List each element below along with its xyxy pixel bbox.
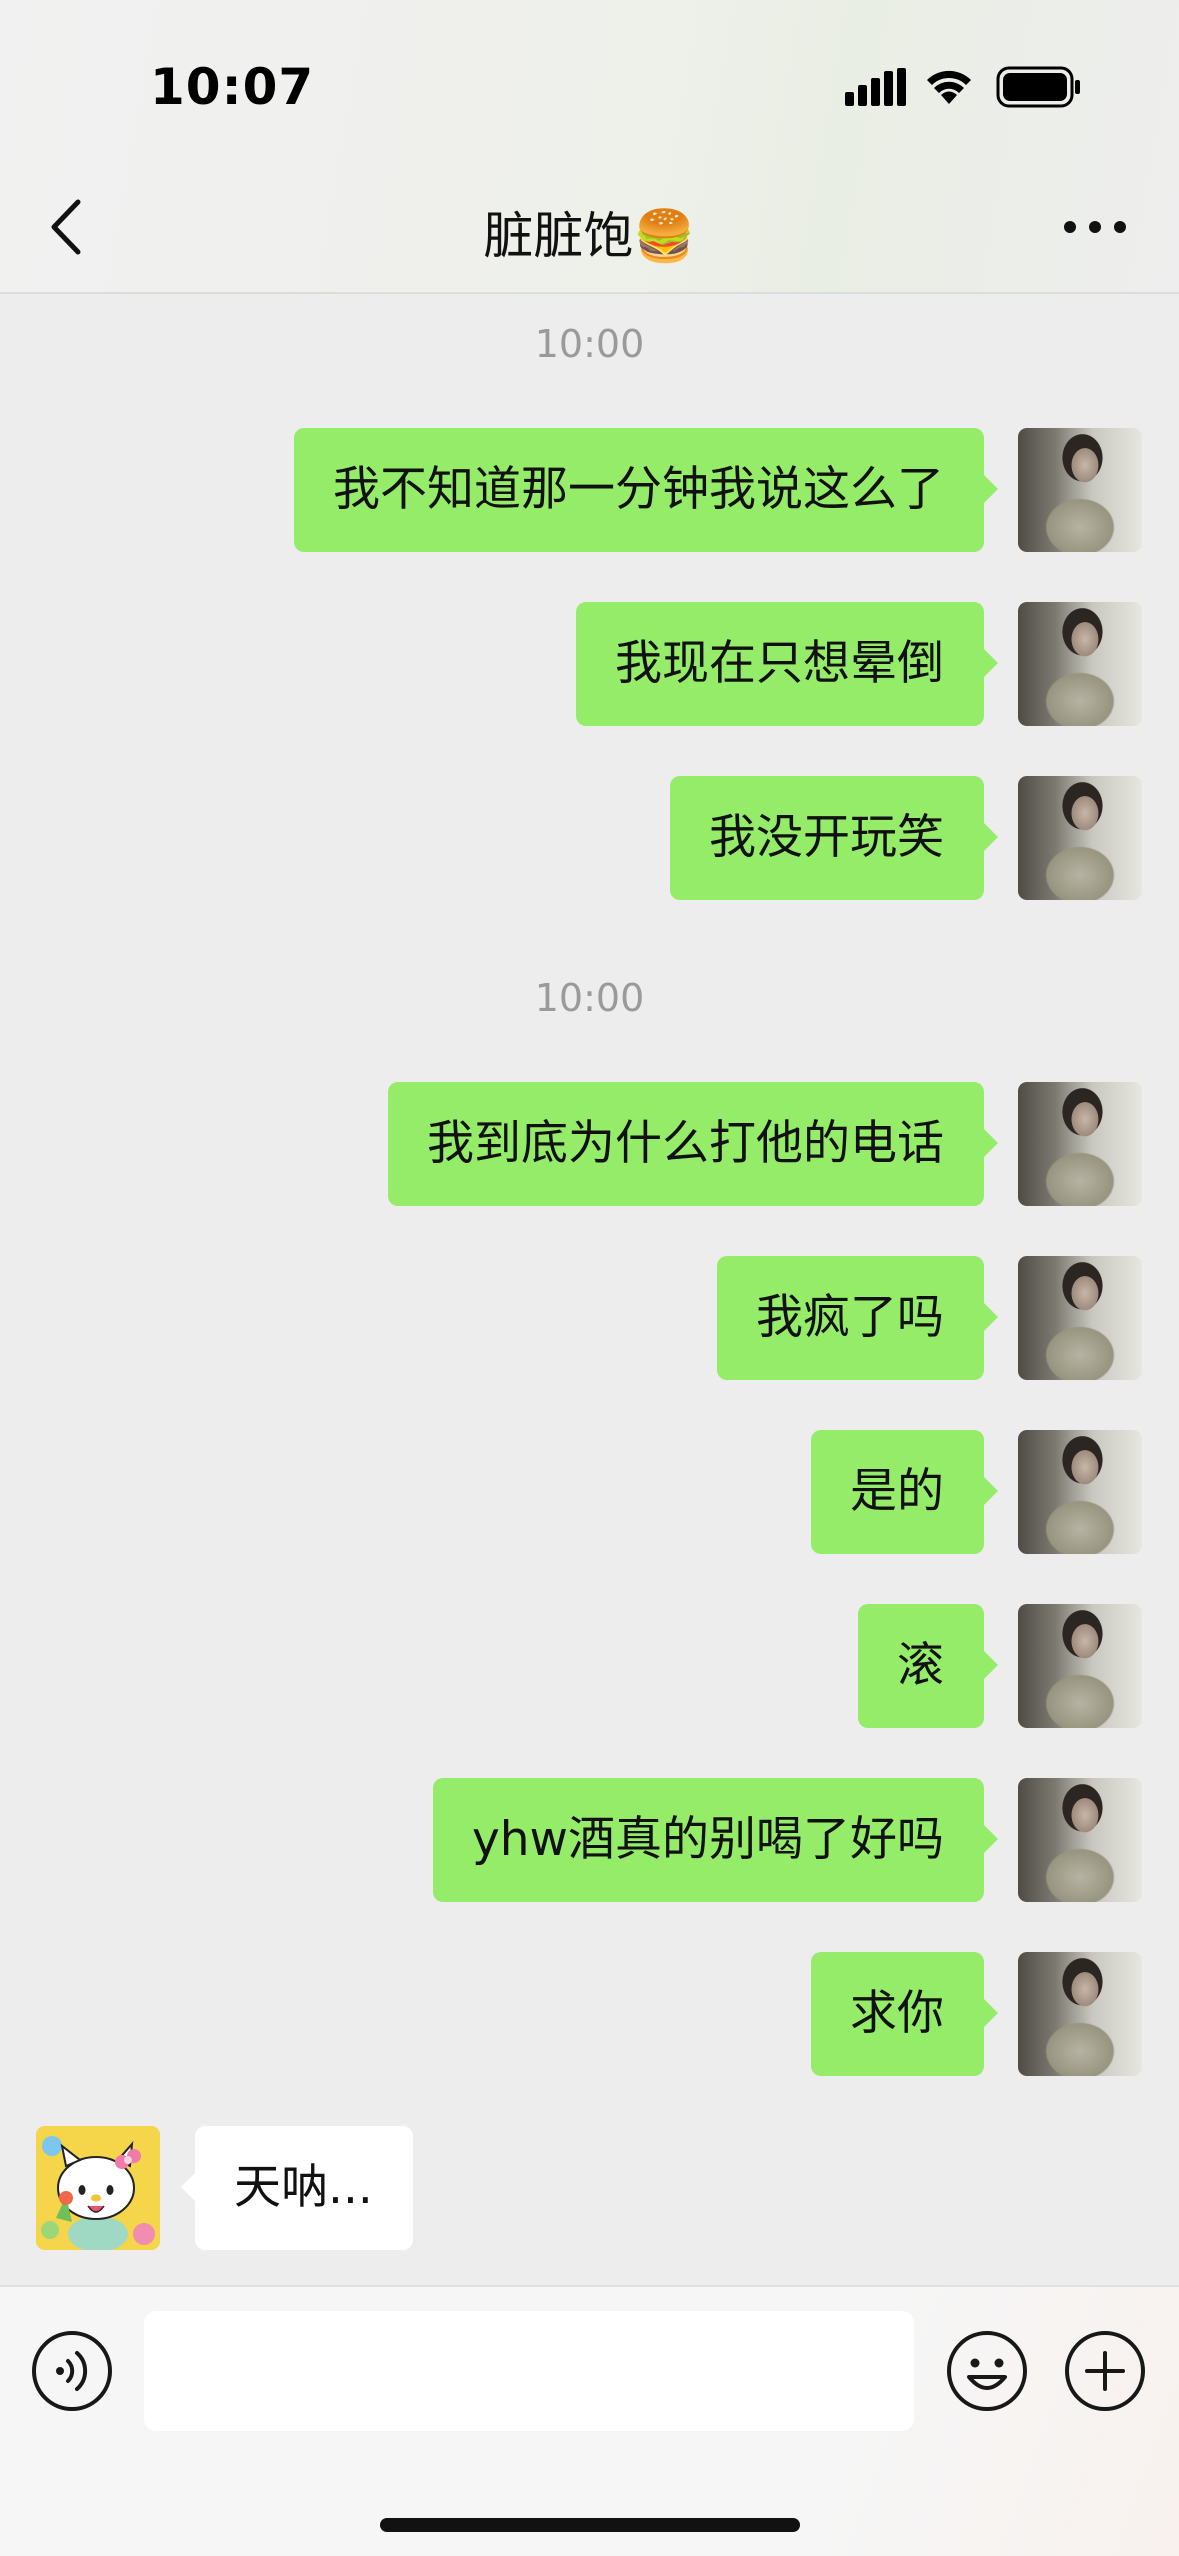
outgoing-message-bubble[interactable]: 是的 <box>811 1430 998 1554</box>
my-avatar[interactable] <box>1018 602 1142 726</box>
message-row-outgoing: 我到底为什么打他的电话 <box>0 1082 1179 1206</box>
my-avatar[interactable] <box>1018 1256 1142 1380</box>
my-avatar[interactable] <box>1018 1082 1142 1206</box>
my-avatar[interactable] <box>1018 776 1142 900</box>
battery-icon <box>996 66 1080 108</box>
chat-input-bar <box>0 2285 1179 2556</box>
status-bar: 10:07 <box>0 0 1179 170</box>
outgoing-message-bubble[interactable]: 我疯了吗 <box>717 1256 998 1380</box>
status-time: 10:07 <box>150 58 315 116</box>
outgoing-message-bubble[interactable]: 我现在只想晕倒 <box>576 602 998 726</box>
message-timestamp: 10:00 <box>534 322 645 366</box>
my-avatar[interactable] <box>1018 428 1142 552</box>
outgoing-message-bubble[interactable]: yhw酒真的别喝了好吗 <box>432 1778 999 1902</box>
nav-divider <box>0 292 1179 294</box>
chat-title: 脏脏饱🍔 <box>483 207 696 265</box>
outgoing-message-bubble[interactable]: 我没开玩笑 <box>670 776 998 900</box>
cellular-signal-icon <box>845 68 906 106</box>
message-row-outgoing: 是的 <box>0 1430 1179 1554</box>
my-avatar[interactable] <box>1018 1430 1142 1554</box>
wifi-icon <box>927 70 971 104</box>
my-avatar[interactable] <box>1018 1778 1142 1902</box>
message-row-outgoing: 我不知道那一分钟我说这么了 <box>0 428 1179 552</box>
message-row-outgoing: 滚 <box>0 1604 1179 1728</box>
message-timestamp: 10:00 <box>534 976 645 1020</box>
hello-kitty-avatar-icon <box>36 2126 160 2250</box>
plus-icon[interactable] <box>1063 2329 1147 2413</box>
voice-icon[interactable] <box>30 2329 114 2413</box>
message-row-outgoing: 我现在只想晕倒 <box>0 602 1179 726</box>
more-dots-icon[interactable] <box>1060 210 1130 244</box>
message-row-outgoing: yhw酒真的别喝了好吗 <box>0 1778 1179 1902</box>
my-avatar[interactable] <box>1018 1952 1142 2076</box>
message-row-outgoing: 我疯了吗 <box>0 1256 1179 1380</box>
outgoing-message-bubble[interactable]: 我不知道那一分钟我说这么了 <box>294 428 998 552</box>
message-row-outgoing: 我没开玩笑 <box>0 776 1179 900</box>
outgoing-message-bubble[interactable]: 求你 <box>811 1952 998 2076</box>
chat-nav-bar: 脏脏饱🍔 <box>0 170 1179 292</box>
my-avatar[interactable] <box>1018 1604 1142 1728</box>
message-input[interactable] <box>144 2311 914 2431</box>
message-row-outgoing: 求你 <box>0 1952 1179 2076</box>
incoming-message-bubble[interactable]: 天呐... <box>181 2126 413 2250</box>
outgoing-message-bubble[interactable]: 我到底为什么打他的电话 <box>388 1082 998 1206</box>
message-row-incoming: 天呐... <box>0 2126 1179 2250</box>
home-indicator[interactable] <box>380 2518 800 2532</box>
outgoing-message-bubble[interactable]: 滚 <box>858 1604 998 1728</box>
emoji-icon[interactable] <box>945 2329 1029 2413</box>
contact-avatar[interactable] <box>36 2126 160 2250</box>
